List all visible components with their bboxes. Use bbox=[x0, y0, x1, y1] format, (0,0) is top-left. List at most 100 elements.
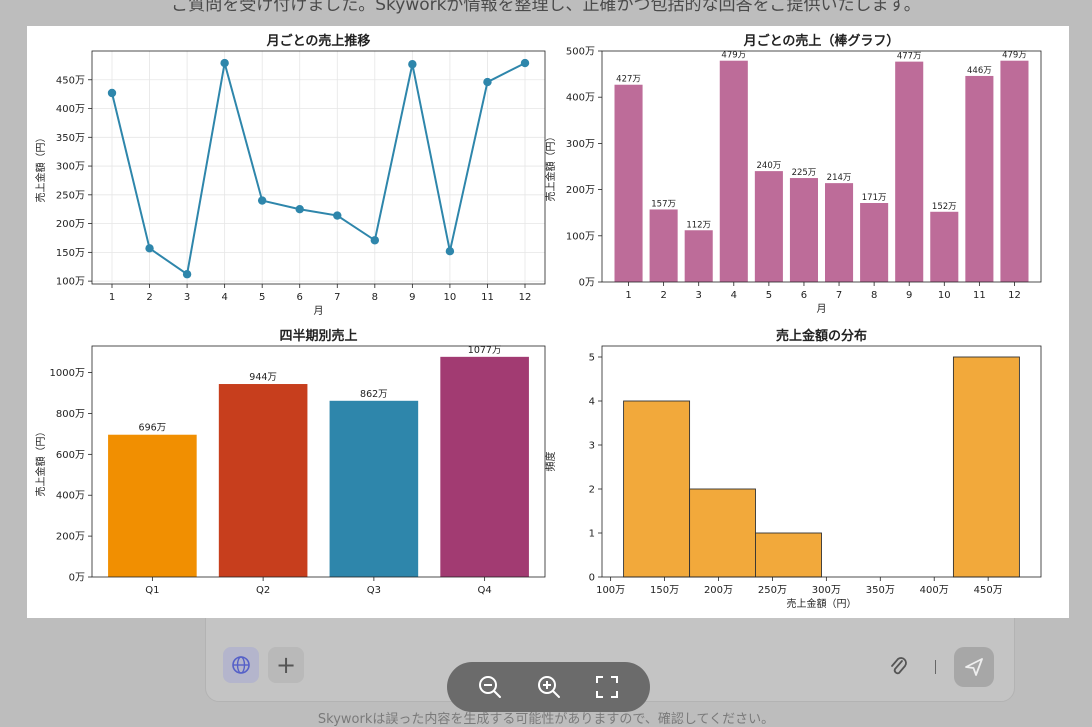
quarter-bar-chart-ytick-label: 200万 bbox=[56, 532, 85, 543]
fullscreen-icon bbox=[596, 676, 619, 698]
zoom-out-icon bbox=[478, 676, 501, 698]
line-chart-ytick-label: 150万 bbox=[56, 248, 85, 259]
line-chart-point bbox=[370, 236, 380, 245]
monthly-bar bbox=[614, 84, 643, 282]
line-chart-point bbox=[107, 88, 117, 98]
monthly-bar-data-label: 427万 bbox=[616, 75, 641, 85]
fullscreen-button[interactable] bbox=[591, 671, 623, 703]
monthly-bar-chart-xtick-label: 11 bbox=[973, 290, 986, 301]
histogram-ytick-label: 1 bbox=[589, 529, 595, 540]
quarter-bar-chart-ytick-label: 800万 bbox=[56, 409, 85, 420]
zoom-in-button[interactable] bbox=[533, 671, 565, 703]
histogram-xtick-label: 350万 bbox=[866, 585, 895, 596]
zoom-out-button[interactable] bbox=[474, 671, 506, 703]
line-chart-ytick-label: 200万 bbox=[56, 219, 85, 230]
line-chart-xtick-label: 1 bbox=[109, 292, 115, 303]
line-chart-point bbox=[145, 244, 154, 253]
web-search-button[interactable] bbox=[223, 647, 259, 683]
line-chart-frame bbox=[91, 50, 546, 285]
monthly-bar-chart-xlabel: 月 bbox=[817, 303, 827, 315]
line-chart-ytick-label: 300万 bbox=[56, 162, 85, 173]
quarter-bar-chart-ytick-label: 600万 bbox=[56, 450, 85, 461]
monthly-bar-chart-title: 月ごとの売上（棒グラフ） bbox=[743, 33, 900, 49]
monthly-bar bbox=[754, 171, 783, 282]
line-chart-series-line bbox=[111, 62, 526, 276]
quarter-bar-data-label: 696万 bbox=[139, 423, 167, 434]
line-chart-ylabel: 売上金額（円） bbox=[34, 133, 47, 203]
histogram-ytick-label: 3 bbox=[589, 441, 595, 452]
quarter-bar bbox=[440, 356, 529, 577]
line-chart-xlabel: 月 bbox=[314, 305, 324, 317]
histogram-ytick-label: 5 bbox=[589, 353, 595, 364]
send-button[interactable] bbox=[954, 647, 994, 687]
globe-icon bbox=[232, 656, 250, 674]
line-chart-xtick-label: 4 bbox=[221, 292, 227, 303]
line-chart-point bbox=[182, 270, 192, 279]
monthly-bar-chart-ytick-label: 300万 bbox=[566, 139, 595, 150]
line-chart-point bbox=[295, 205, 304, 214]
monthly-bar-chart-ytick-label: 200万 bbox=[566, 185, 595, 196]
monthly-bar-chart-xtick-label: 3 bbox=[696, 290, 702, 301]
line-chart-point bbox=[445, 247, 455, 256]
monthly-bar bbox=[825, 183, 854, 282]
monthly-bar-chart-ytick-label: 500万 bbox=[566, 47, 595, 58]
zoom-in-icon bbox=[537, 676, 560, 698]
line-chart-ytick-label: 400万 bbox=[56, 104, 85, 115]
add-button[interactable]: + bbox=[268, 647, 304, 683]
line-chart-point bbox=[408, 60, 417, 69]
monthly-bar-chart-xtick-label: 2 bbox=[660, 290, 666, 301]
line-chart-point bbox=[333, 211, 342, 220]
monthly-bar bbox=[930, 211, 959, 282]
monthly-bar-chart-xtick-label: 7 bbox=[836, 290, 842, 301]
line-chart-xtick-label: 2 bbox=[146, 292, 152, 303]
line-chart-ytick-label: 450万 bbox=[56, 75, 85, 86]
quarter-bar-chart-ylabel: 売上金額（円） bbox=[34, 427, 47, 497]
histogram-xlabel: 売上金額（円） bbox=[787, 597, 857, 610]
monthly-bar bbox=[684, 230, 713, 282]
monthly-bar bbox=[965, 75, 994, 282]
histogram-xtick-label: 450万 bbox=[974, 585, 1003, 596]
paperclip-icon[interactable] bbox=[886, 654, 912, 680]
monthly-bar bbox=[860, 202, 889, 282]
quarter-bar-data-label: 862万 bbox=[360, 389, 388, 400]
monthly-bar bbox=[649, 209, 678, 282]
histogram-bar bbox=[952, 356, 1020, 578]
monthly-bar-chart-ylabel: 売上金額（円） bbox=[544, 132, 557, 202]
quarter-bar-data-label: 944万 bbox=[249, 372, 277, 383]
quarter-bar-chart-title: 四半期別売上 bbox=[279, 328, 357, 344]
histogram-xtick-label: 250万 bbox=[758, 585, 787, 596]
histogram-xtick-label: 400万 bbox=[920, 585, 949, 596]
histogram-bar bbox=[755, 532, 822, 578]
line-chart-xtick-label: 11 bbox=[481, 292, 494, 303]
monthly-bar-data-label: 112万 bbox=[686, 220, 711, 230]
monthly-bar-chart-ytick-label: 0万 bbox=[579, 278, 595, 289]
histogram-title: 売上金額の分布 bbox=[776, 328, 867, 344]
histogram-xtick-label: 100万 bbox=[596, 585, 625, 596]
monthly-bar bbox=[1000, 60, 1029, 283]
line-chart-xtick-label: 3 bbox=[184, 292, 190, 303]
line-chart-point bbox=[483, 77, 492, 87]
histogram-xtick-label: 150万 bbox=[650, 585, 679, 596]
monthly-bar-chart-xtick-label: 10 bbox=[938, 290, 951, 301]
line-chart-xtick-label: 10 bbox=[444, 292, 457, 303]
line-chart-xtick-label: 8 bbox=[372, 292, 378, 303]
histogram-ytick-label: 4 bbox=[589, 397, 595, 408]
line-chart-xtick-label: 5 bbox=[259, 292, 265, 303]
monthly-bar bbox=[719, 60, 748, 283]
monthly-bar-data-label: 477万 bbox=[897, 52, 922, 62]
quarter-bar bbox=[329, 400, 419, 577]
line-chart-xtick-label: 9 bbox=[409, 292, 415, 303]
monthly-bar-chart-ytick-label: 100万 bbox=[566, 231, 595, 242]
histogram-ylabel: 頻度 bbox=[544, 452, 557, 472]
send-icon bbox=[965, 658, 983, 676]
monthly-bar bbox=[895, 61, 924, 282]
histogram-ytick-label: 2 bbox=[589, 485, 595, 496]
line-chart-xtick-label: 12 bbox=[519, 292, 532, 303]
quarter-bar-chart-xtick-label: Q3 bbox=[367, 585, 381, 596]
line-chart-xtick-label: 7 bbox=[334, 292, 340, 303]
monthly-bar-data-label: 152万 bbox=[932, 202, 957, 212]
histogram-xtick-label: 300万 bbox=[812, 585, 841, 596]
monthly-bar-data-label: 479万 bbox=[721, 51, 746, 61]
chart-figure: 月ごとの売上推移月売上金額（円） 100万 150万 200万 250万 300万 350万… bbox=[27, 26, 1069, 618]
quarter-bar-data-label: 1077万 bbox=[468, 345, 502, 356]
